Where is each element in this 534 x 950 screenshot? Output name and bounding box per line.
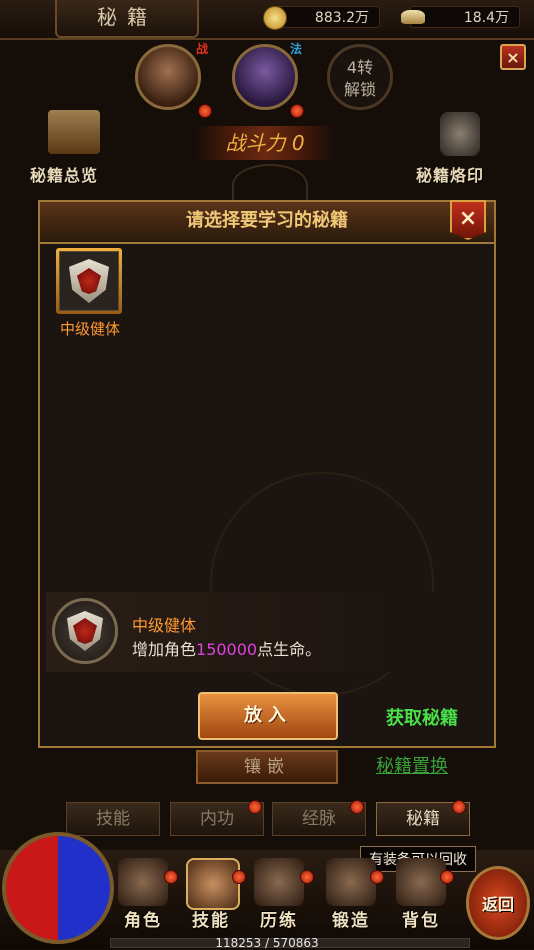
- inlay-button[interactable]: 镶嵌: [196, 750, 338, 784]
- nav-bag-label: 背包: [402, 911, 440, 931]
- role-icon: [118, 858, 168, 906]
- training-notice-dot: [300, 870, 314, 884]
- combat-power: 战斗力 0: [195, 126, 335, 160]
- secret-slot-name: 中级健体: [59, 320, 120, 338]
- selected-secret-icon: [52, 598, 118, 664]
- dialog-title: 请选择要学习的秘籍: [40, 202, 494, 244]
- portrait-mage[interactable]: [232, 44, 298, 110]
- gold-value: 883.2万: [314, 10, 369, 26]
- shield-icon: [69, 259, 109, 303]
- portrait-warrior[interactable]: [135, 44, 201, 110]
- dialog-close-button[interactable]: ×: [450, 200, 486, 240]
- locked-line1: 4转: [346, 58, 374, 77]
- forge-icon: [326, 858, 376, 906]
- skill-notice-dot: [232, 870, 246, 884]
- forge-notice-dot: [370, 870, 384, 884]
- book-icon[interactable]: [34, 104, 114, 164]
- ingot-value: 18.4万: [463, 10, 509, 26]
- gold-counter: 883.2万: [263, 6, 380, 30]
- secret-swap-link[interactable]: 秘籍置换: [376, 752, 448, 778]
- bag-notice-dot: [440, 870, 454, 884]
- select-secret-dialog: 请选择要学习的秘籍 × 中级健体 中级健体 增加角色150000点生命。 放入 …: [38, 200, 496, 748]
- bag-icon: [396, 858, 446, 906]
- yinyang-icon[interactable]: [2, 832, 114, 944]
- training-icon: [254, 858, 304, 906]
- meridian-notice-dot: [350, 800, 364, 814]
- put-in-button[interactable]: 放入: [198, 692, 338, 740]
- seal-label[interactable]: 秘籍烙印: [416, 162, 484, 186]
- mage-notice-dot: [290, 104, 304, 118]
- locked-line2: 解锁: [343, 80, 376, 99]
- power-value: 0: [291, 131, 305, 155]
- nav-training-label: 历练: [260, 911, 298, 931]
- nav-forge-label: 锻造: [332, 911, 370, 931]
- nav-training[interactable]: 历练: [248, 858, 310, 932]
- internal-notice-dot: [248, 800, 262, 814]
- nav-role[interactable]: 角色: [112, 858, 174, 932]
- skill-icon: [186, 858, 240, 910]
- nav-skill-label: 技能: [192, 911, 230, 931]
- gold-coin-icon: [263, 6, 287, 30]
- return-label: 返回: [481, 895, 514, 914]
- page-title: 秘籍: [55, 0, 199, 38]
- hp-value: 150000: [196, 640, 258, 659]
- selected-secret-name: 中级健体: [132, 616, 197, 635]
- secret-info: 中级健体 增加角色150000点生命。: [46, 592, 488, 672]
- overview-label[interactable]: 秘籍总览: [30, 162, 98, 186]
- exp-text: 118253 / 570863: [215, 936, 319, 950]
- selected-secret-desc: 增加角色150000点生命。: [132, 640, 322, 659]
- portrait-mage-tag: 法: [290, 42, 303, 56]
- tab-skill[interactable]: 技能: [66, 802, 160, 836]
- lock-icon[interactable]: [420, 104, 500, 164]
- get-secret-link[interactable]: 获取秘籍: [386, 704, 458, 730]
- ingot-counter: 18.4万: [401, 6, 520, 28]
- secret-slot[interactable]: [56, 248, 122, 314]
- shield-icon: [67, 611, 103, 651]
- portrait-locked[interactable]: 4转 解锁: [327, 44, 393, 110]
- role-notice-dot: [164, 870, 178, 884]
- nav-bag[interactable]: 背包: [390, 858, 452, 932]
- nav-skill[interactable]: 技能: [180, 858, 242, 932]
- nav-role-label: 角色: [124, 911, 162, 931]
- warrior-notice-dot: [198, 104, 212, 118]
- secret-notice-dot: [452, 800, 466, 814]
- return-button[interactable]: 返回: [466, 866, 530, 940]
- power-label: 战斗力: [225, 131, 286, 155]
- ingot-icon: [401, 10, 425, 24]
- portrait-warrior-tag: 战: [196, 42, 209, 56]
- nav-forge[interactable]: 锻造: [320, 858, 382, 932]
- window-close-button[interactable]: ×: [500, 44, 526, 70]
